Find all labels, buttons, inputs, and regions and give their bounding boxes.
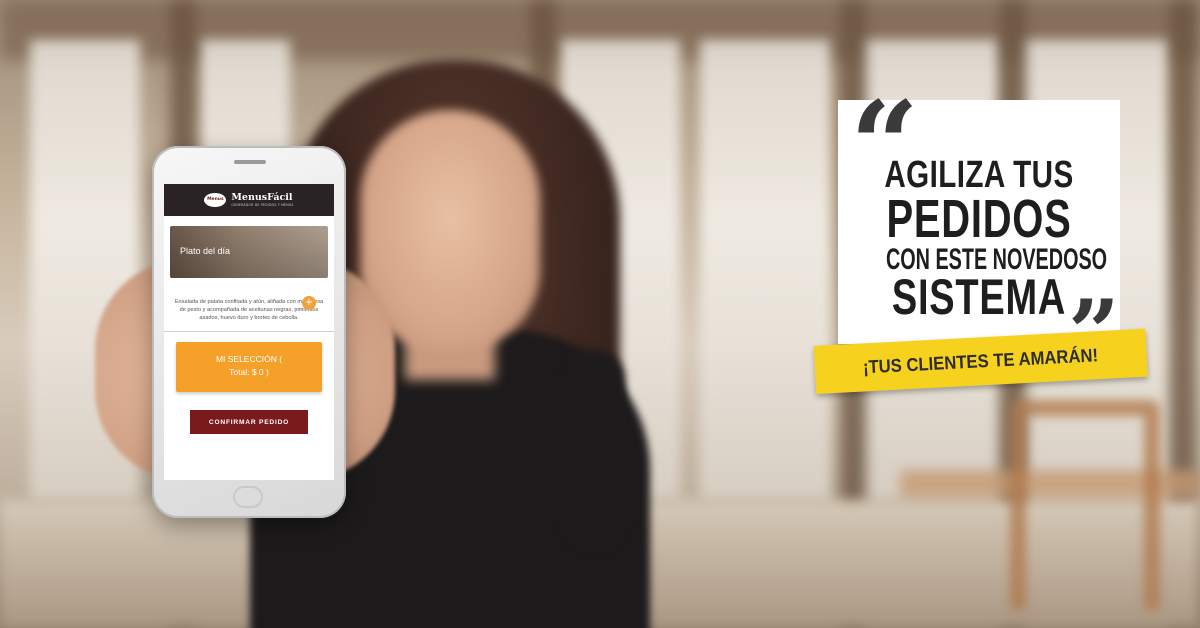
home-button[interactable] [233,486,263,508]
quote-card: “ AGILIZA TUS PEDIDOS CON ESTE NOVEDOSO … [838,86,1120,378]
person-arm [565,350,625,550]
window-pane [700,40,830,500]
brand: MenusFácil GENERADOR DE PEDIDOS Y MENUS [231,193,293,207]
phone-screen: Menus MenusFácil GENERADOR DE PEDIDOS Y … [164,184,334,480]
brand-tagline: GENERADOR DE PEDIDOS Y MENUS [231,202,294,207]
dish-title: Plato del día [180,246,231,256]
add-holder: + [164,296,334,312]
smartphone: Menus MenusFácil GENERADOR DE PEDIDOS Y … [152,146,346,518]
dish-card[interactable]: Plato del día [170,226,328,278]
phone-speaker [234,160,266,164]
cafe-chair [1010,400,1160,610]
tagline-text: ¡TUS CLIENTES TE AMARÁN! [862,344,1099,378]
add-dish-button[interactable]: + [302,296,316,310]
headline-line-2: PEDIDOS [886,189,1072,249]
my-selection-button[interactable]: MI SELECCIÓN ( Total: $ 0 ) [176,342,322,392]
selection-total: Total: $ 0 ) [229,367,269,377]
logo-badge-text: Menus [207,196,224,202]
headline-line-4: SISTEMA [891,269,1067,325]
selection-label: MI SELECCIÓN ( [215,354,283,364]
brand-name: MenusFácil [231,192,293,204]
dish-card-wrapper: Plato del día + [164,226,334,310]
app-header: Menus MenusFácil GENERADOR DE PEDIDOS Y … [164,184,334,216]
divider [164,331,334,332]
confirm-order-button[interactable]: CONFIRMAR PEDIDO [190,410,308,434]
logo-badge-icon: Menus [204,193,227,207]
